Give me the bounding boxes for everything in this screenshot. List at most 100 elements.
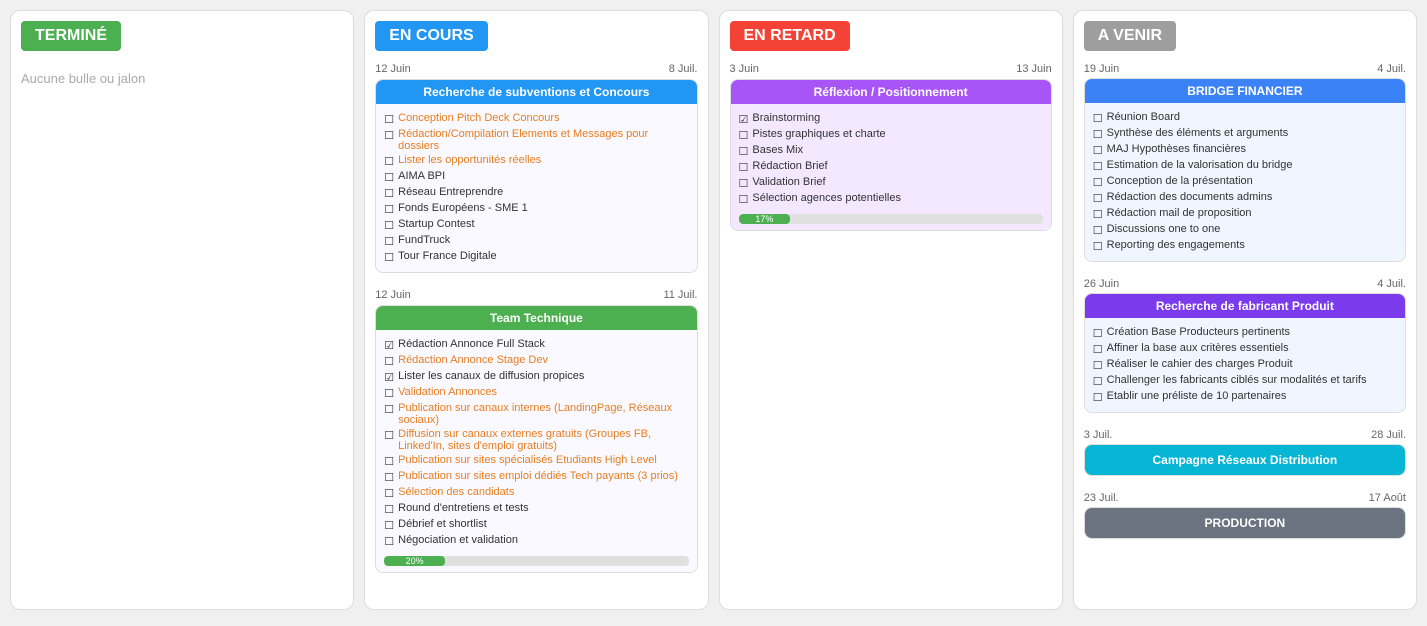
checkbox-icon: ☐ xyxy=(1093,192,1103,205)
task-item: ☐Publication sur sites spécialisés Etudi… xyxy=(384,454,688,468)
task-item: ☐Synthèse des éléments et arguments xyxy=(1093,127,1397,141)
card-end-fabricant: 4 Juil. xyxy=(1377,278,1406,290)
avenir-header: A VENIR xyxy=(1084,21,1176,51)
card-body-2: ☑Rédaction Annonce Full Stack ☐Rédaction… xyxy=(376,330,696,572)
checkbox-icon: ☐ xyxy=(739,161,749,174)
task-item: ☐Tour France Digitale xyxy=(384,250,688,264)
card-reflexion: 3 Juin 13 Juin Réflexion / Positionnemen… xyxy=(730,63,1052,231)
checkbox-icon: ☐ xyxy=(1093,144,1103,157)
task-item: ☐Rédaction Brief xyxy=(739,160,1043,174)
task-item: ☐Discussions one to one xyxy=(1093,223,1397,237)
task-item: ☐Diffusion sur canaux externes gratuits … xyxy=(384,428,688,452)
card-start-retard: 3 Juin xyxy=(730,63,759,75)
card-meta-campagne: 3 Juil. 28 Juil. xyxy=(1084,429,1406,441)
retard-header: EN RETARD xyxy=(730,21,850,51)
task-item: ☐Rédaction Annonce Stage Dev xyxy=(384,354,688,368)
checkbox-icon: ☐ xyxy=(384,187,394,200)
card-campagne: 3 Juil. 28 Juil. Campagne Réseaux Distri… xyxy=(1084,429,1406,476)
card-meta-production: 23 Juil. 17 Août xyxy=(1084,492,1406,504)
card-body-fabricant: ☐Création Base Producteurs pertinents ☐A… xyxy=(1085,318,1405,412)
card-meta-retard: 3 Juin 13 Juin xyxy=(730,63,1052,75)
task-item: ☐Création Base Producteurs pertinents xyxy=(1093,326,1397,340)
task-item: ☐Startup Contest xyxy=(384,218,688,232)
termine-empty: Aucune bulle ou jalon xyxy=(21,71,343,86)
checkbox-icon: ☐ xyxy=(1093,359,1103,372)
card-end-bridge: 4 Juil. xyxy=(1377,63,1406,75)
card-meta-bridge: 19 Juin 4 Juil. xyxy=(1084,63,1406,75)
card-start-production: 23 Juil. xyxy=(1084,492,1119,504)
checkbox-icon: ☐ xyxy=(384,219,394,232)
checkbox-icon: ☐ xyxy=(739,145,749,158)
task-item: ☐Fonds Européens - SME 1 xyxy=(384,202,688,216)
checkbox-icon: ☐ xyxy=(384,455,394,468)
task-item: ☐Etablir une préliste de 10 partenaires xyxy=(1093,390,1397,404)
checkbox-icon: ☐ xyxy=(1093,112,1103,125)
checkbox-checked-icon: ☑ xyxy=(739,113,749,126)
card-meta-2: 12 Juin 11 Juil. xyxy=(375,289,697,301)
checkbox-icon: ☐ xyxy=(384,535,394,548)
task-item: ☐Affiner la base aux critères essentiels xyxy=(1093,342,1397,356)
checkbox-icon: ☐ xyxy=(1093,375,1103,388)
card-avenir-3: Campagne Réseaux Distribution xyxy=(1084,444,1406,476)
task-item: ☐Négociation et validation xyxy=(384,534,688,548)
checkbox-checked-icon: ☑ xyxy=(384,339,394,352)
task-item: ☐Bases Mix xyxy=(739,144,1043,158)
card-meta-fabricant: 26 Juin 4 Juil. xyxy=(1084,278,1406,290)
task-item: ☑Lister les canaux de diffusion propices xyxy=(384,370,688,384)
checkbox-icon: ☐ xyxy=(384,235,394,248)
checkbox-icon: ☐ xyxy=(384,171,394,184)
task-item: ☐Reporting des engagements xyxy=(1093,239,1397,253)
checkbox-icon: ☐ xyxy=(1093,391,1103,404)
checkbox-icon: ☐ xyxy=(1093,208,1103,221)
checkbox-icon: ☐ xyxy=(384,129,394,142)
card-title-2: Team Technique xyxy=(376,306,696,330)
checkbox-icon: ☐ xyxy=(384,429,394,442)
task-item: ☐Réaliser le cahier des charges Produit xyxy=(1093,358,1397,372)
card-title-production: PRODUCTION xyxy=(1085,508,1405,538)
task-item: ☐Round d'entretiens et tests xyxy=(384,502,688,516)
task-item: ☐Publication sur sites emploi dédiés Tec… xyxy=(384,470,688,484)
checkbox-checked-icon: ☑ xyxy=(384,371,394,384)
card-end-production: 17 Août xyxy=(1369,492,1406,504)
encours-header: EN COURS xyxy=(375,21,487,51)
checkbox-icon: ☐ xyxy=(1093,327,1103,340)
task-item: ☐Challenger les fabricants ciblés sur mo… xyxy=(1093,374,1397,388)
checkbox-icon: ☐ xyxy=(739,193,749,206)
checkbox-icon: ☐ xyxy=(384,503,394,516)
card-title-1: Recherche de subventions et Concours xyxy=(376,80,696,104)
task-item: ☐AIMA BPI xyxy=(384,170,688,184)
task-item: ☐Réunion Board xyxy=(1093,111,1397,125)
task-item: ☐Estimation de la valorisation du bridge xyxy=(1093,159,1397,173)
checkbox-icon: ☐ xyxy=(384,155,394,168)
task-item: ☐Rédaction mail de proposition xyxy=(1093,207,1397,221)
task-item: ☐Débrief et shortlist xyxy=(384,518,688,532)
termine-header: TERMINÉ xyxy=(21,21,121,51)
checkbox-icon: ☐ xyxy=(1093,160,1103,173)
checkbox-icon: ☐ xyxy=(384,519,394,532)
checkbox-icon: ☐ xyxy=(739,177,749,190)
card-end-campagne: 28 Juil. xyxy=(1371,429,1406,441)
card-meta-1: 12 Juin 8 Juil. xyxy=(375,63,697,75)
checkbox-icon: ☐ xyxy=(384,403,394,416)
checkbox-icon: ☐ xyxy=(1093,224,1103,237)
task-item: ☑Brainstorming xyxy=(739,112,1043,126)
card-end-1: 8 Juil. xyxy=(669,63,698,75)
column-retard: EN RETARD 3 Juin 13 Juin Réflexion / Pos… xyxy=(719,10,1063,610)
checkbox-icon: ☐ xyxy=(384,471,394,484)
task-item: ☐Sélection agences potentielles xyxy=(739,192,1043,206)
card-title-retard: Réflexion / Positionnement xyxy=(731,80,1051,104)
card-body-retard: ☑Brainstorming ☐Pistes graphiques et cha… xyxy=(731,104,1051,230)
task-item: ☐Conception Pitch Deck Concours xyxy=(384,112,688,126)
card-end-retard: 13 Juin xyxy=(1016,63,1051,75)
card-fabricant: 26 Juin 4 Juil. Recherche de fabricant P… xyxy=(1084,278,1406,413)
card-1: Recherche de subventions et Concours ☐Co… xyxy=(375,79,697,273)
task-item: ☐Conception de la présentation xyxy=(1093,175,1397,189)
card-production: 23 Juil. 17 Août PRODUCTION xyxy=(1084,492,1406,539)
checkbox-icon: ☐ xyxy=(384,487,394,500)
task-item: ☐Pistes graphiques et charte xyxy=(739,128,1043,142)
card-2: Team Technique ☑Rédaction Annonce Full S… xyxy=(375,305,697,573)
task-item: ☐Validation Brief xyxy=(739,176,1043,190)
card-end-2: 11 Juil. xyxy=(663,289,697,301)
card-start-fabricant: 26 Juin xyxy=(1084,278,1119,290)
card-body-1: ☐Conception Pitch Deck Concours ☐Rédacti… xyxy=(376,104,696,272)
